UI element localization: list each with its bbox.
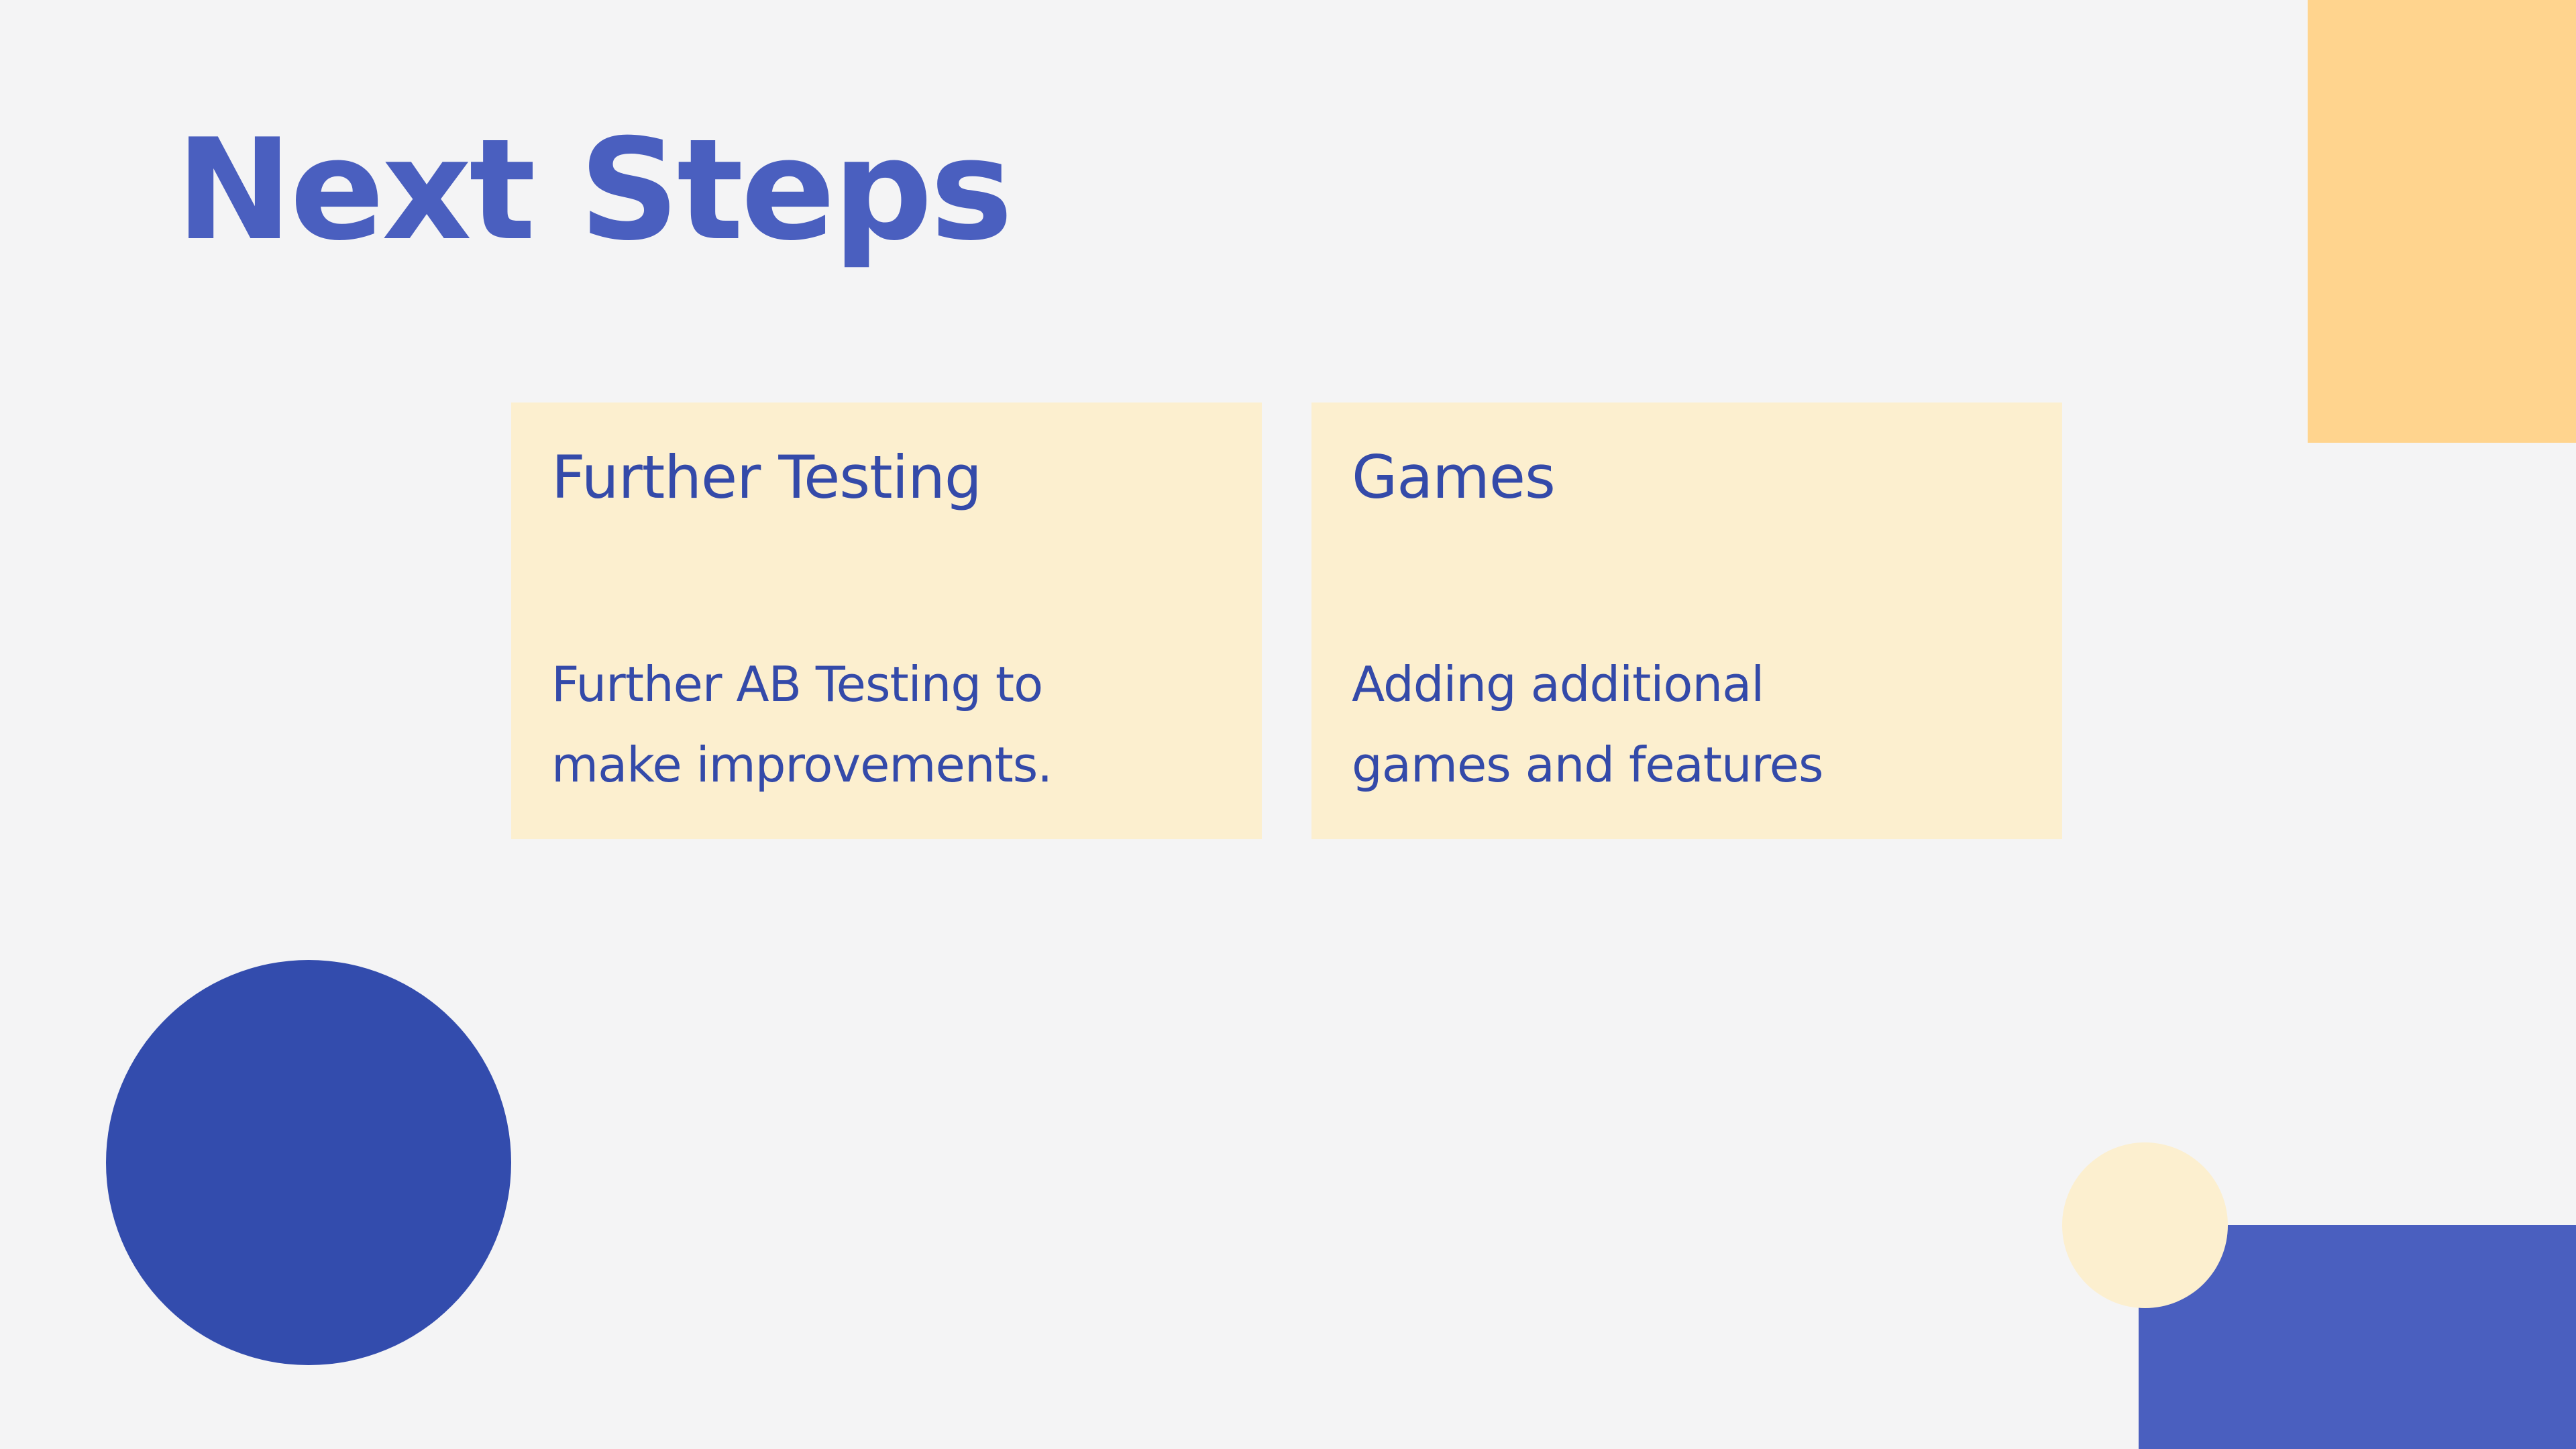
slide: Next Steps Further Testing Further AB Te… (0, 0, 2576, 1449)
cream-circle-shape (2062, 1142, 2228, 1308)
card-games: Games Adding additional games and featur… (1311, 402, 2062, 839)
card-body-line: Further AB Testing to (551, 656, 1043, 712)
card-further-testing: Further Testing Further AB Testing to ma… (511, 402, 1262, 839)
card-body: Adding additional games and features (1352, 644, 2023, 805)
blue-circle-shape (106, 960, 511, 1365)
card-body: Further AB Testing to make improvements. (551, 644, 1222, 805)
slide-title: Next Steps (176, 109, 1013, 272)
card-heading: Further Testing (551, 443, 982, 512)
card-body-line: Adding additional (1352, 656, 1764, 712)
card-body-line: games and features (1352, 737, 1823, 793)
card-heading: Games (1352, 443, 1556, 512)
orange-rectangle-shape (2308, 0, 2576, 443)
card-body-line: make improvements. (551, 737, 1053, 793)
